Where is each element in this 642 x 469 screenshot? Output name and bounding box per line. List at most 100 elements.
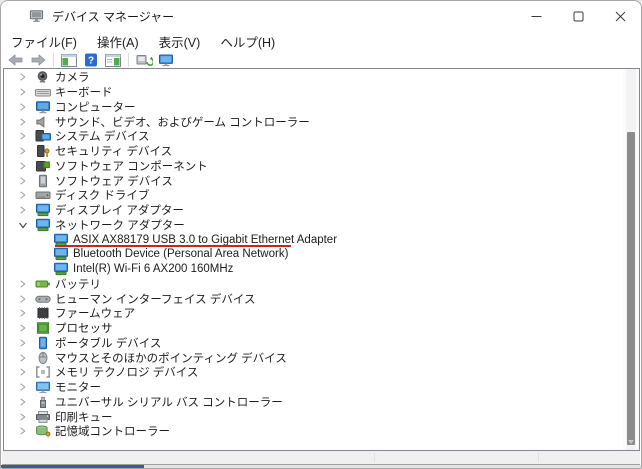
device-tree-panel: カメラ キーボード コンピューターサウンド、ビデオ、およびゲーム コントローラー シス… [3,68,640,451]
chevron-right-icon[interactable] [18,294,28,304]
tree-item[interactable]: システム デバイス [4,129,623,144]
scan-hardware-changes-icon [136,53,153,67]
system-device-icon [35,130,51,143]
status-bar [2,451,640,465]
tree-item[interactable]: 印刷キュー [4,409,623,424]
toolbar-show-console-tree-button[interactable] [58,52,80,68]
close-button[interactable] [599,1,641,31]
toolbar-scan-hardware-changes-button[interactable] [133,52,155,68]
tree-item[interactable]: ディスプレイ アダプター [4,203,623,218]
tree-item[interactable]: バッテリ [4,277,623,292]
chevron-right-icon[interactable] [18,176,28,186]
tree-item[interactable]: ネットワーク アダプター [4,218,623,233]
chevron-right-icon[interactable] [18,308,28,318]
status-bar-divider [538,453,539,462]
bottom-blue-bar [1,465,144,468]
tree-item[interactable]: ASIX AX88179 USB 3.0 to Gigabit Ethernet… [4,232,623,247]
tree-item-label: モニター [55,382,101,395]
chevron-right-icon[interactable] [18,205,28,215]
device-manager-icon [28,8,44,24]
chevron-right-icon[interactable] [18,323,28,333]
tree-item-label: ファームウェア [55,308,136,321]
menu-bar: ファイル(F) 操作(A) 表示(V) ヘルプ(H) [1,31,641,52]
adapter-icon [53,248,69,261]
svg-text:?: ? [88,56,94,67]
window-title: デバイス マネージャー [52,9,175,24]
usb-controller-icon [35,395,51,408]
title-bar: デバイス マネージャー [1,1,641,31]
tree-item[interactable]: コンピューター [4,100,623,115]
toolbar-forward-button[interactable] [27,52,49,68]
forward-icon [30,54,46,66]
chevron-right-icon[interactable] [18,102,28,112]
tree-item[interactable]: カメラ [4,70,623,85]
print-queue-icon [35,410,51,423]
tree-item[interactable]: キーボード [4,85,623,100]
tree-item[interactable]: ヒューマン インターフェイス デバイス [4,291,623,306]
chevron-right-icon[interactable] [18,146,28,156]
tree-item[interactable]: プロセッサ [4,321,623,336]
chevron-right-icon[interactable] [18,131,28,141]
chevron-right-icon[interactable] [18,338,28,348]
toolbar-show-action-pane-button[interactable] [102,52,124,68]
tree-item[interactable]: Bluetooth Device (Personal Area Network) [4,247,623,262]
chevron-right-icon[interactable] [18,353,28,363]
speaker-icon [35,115,51,128]
tree-item[interactable]: ソフトウェア デバイス [4,173,623,188]
scrollbar-thumb[interactable] [627,132,635,445]
disk-drive-icon [35,189,51,202]
maximize-button[interactable] [557,1,599,31]
chevron-right-icon[interactable] [18,161,28,171]
tree-item-label: ポータブル デバイス [55,337,162,350]
toolbar-back-button[interactable] [5,52,27,68]
toolbar-devices-view-button[interactable] [155,52,177,68]
tree-item[interactable]: 記憶域コントローラー [4,424,623,439]
tree-item-label: ASIX AX88179 USB 3.0 to Gigabit Ethernet… [73,233,338,246]
tree-item-label: コンピューター [55,101,136,114]
menu-item-0[interactable]: ファイル(F) [1,30,87,53]
tree-item[interactable]: メモリ テクノロジ デバイス [4,365,623,380]
chevron-right-icon[interactable] [18,382,28,392]
tree-item[interactable]: サウンド、ビデオ、およびゲーム コントローラー [4,114,623,129]
storage-controller-icon [35,425,51,438]
toolbar-help-button[interactable]: ? [80,52,102,68]
tree-item[interactable]: モニター [4,380,623,395]
tree-item-label: ソフトウェア デバイス [55,175,173,188]
mouse-icon [35,351,51,364]
chevron-right-icon[interactable] [18,397,28,407]
toolbar: ? [1,52,641,68]
chevron-right-icon[interactable] [18,190,28,200]
chevron-right-icon[interactable] [18,117,28,127]
tree-item[interactable]: マウスとそのほかのポインティング デバイス [4,350,623,365]
tree-item-label: カメラ [55,72,90,85]
chevron-right-icon[interactable] [18,426,28,436]
tree-item[interactable]: ポータブル デバイス [4,336,623,351]
chevron-right-icon[interactable] [18,367,28,377]
menu-item-3[interactable]: ヘルプ(H) [210,30,285,53]
chevron-right-icon[interactable] [18,279,28,289]
chevron-right-icon[interactable] [18,87,28,97]
tree-item[interactable]: ファームウェア [4,306,623,321]
menu-item-1[interactable]: 操作(A) [87,30,149,53]
tree-item-label: ディスプレイ アダプター [55,205,184,218]
chevron-right-icon[interactable] [18,72,28,82]
adapter-icon [35,218,51,231]
tree-item[interactable]: ソフトウェア コンポーネント [4,159,623,174]
vertical-scrollbar[interactable] [623,69,639,450]
chevron-down-icon[interactable] [18,220,28,230]
tree-item-label: サウンド、ビデオ、およびゲーム コントローラー [55,116,310,129]
chevron-right-icon[interactable] [18,412,28,422]
adapter-icon [53,262,69,276]
minimize-button[interactable] [515,1,557,31]
device-tree: カメラ キーボード コンピューターサウンド、ビデオ、およびゲーム コントローラー シス… [4,70,623,439]
tree-item-label: マウスとそのほかのポインティング デバイス [55,352,287,365]
menu-item-2[interactable]: 表示(V) [149,30,211,53]
status-bar-divider [374,453,375,462]
battery-icon [35,277,51,290]
tree-item[interactable]: セキュリティ デバイス [4,144,623,159]
scrollbar-down-arrow-icon[interactable] [628,440,634,444]
computer-icon [35,100,51,114]
tree-item[interactable]: ユニバーサル シリアル バス コントローラー [4,395,623,410]
tree-item[interactable]: Intel(R) Wi-Fi 6 AX200 160MHz [4,262,623,277]
tree-item[interactable]: ディスク ドライブ [4,188,623,203]
